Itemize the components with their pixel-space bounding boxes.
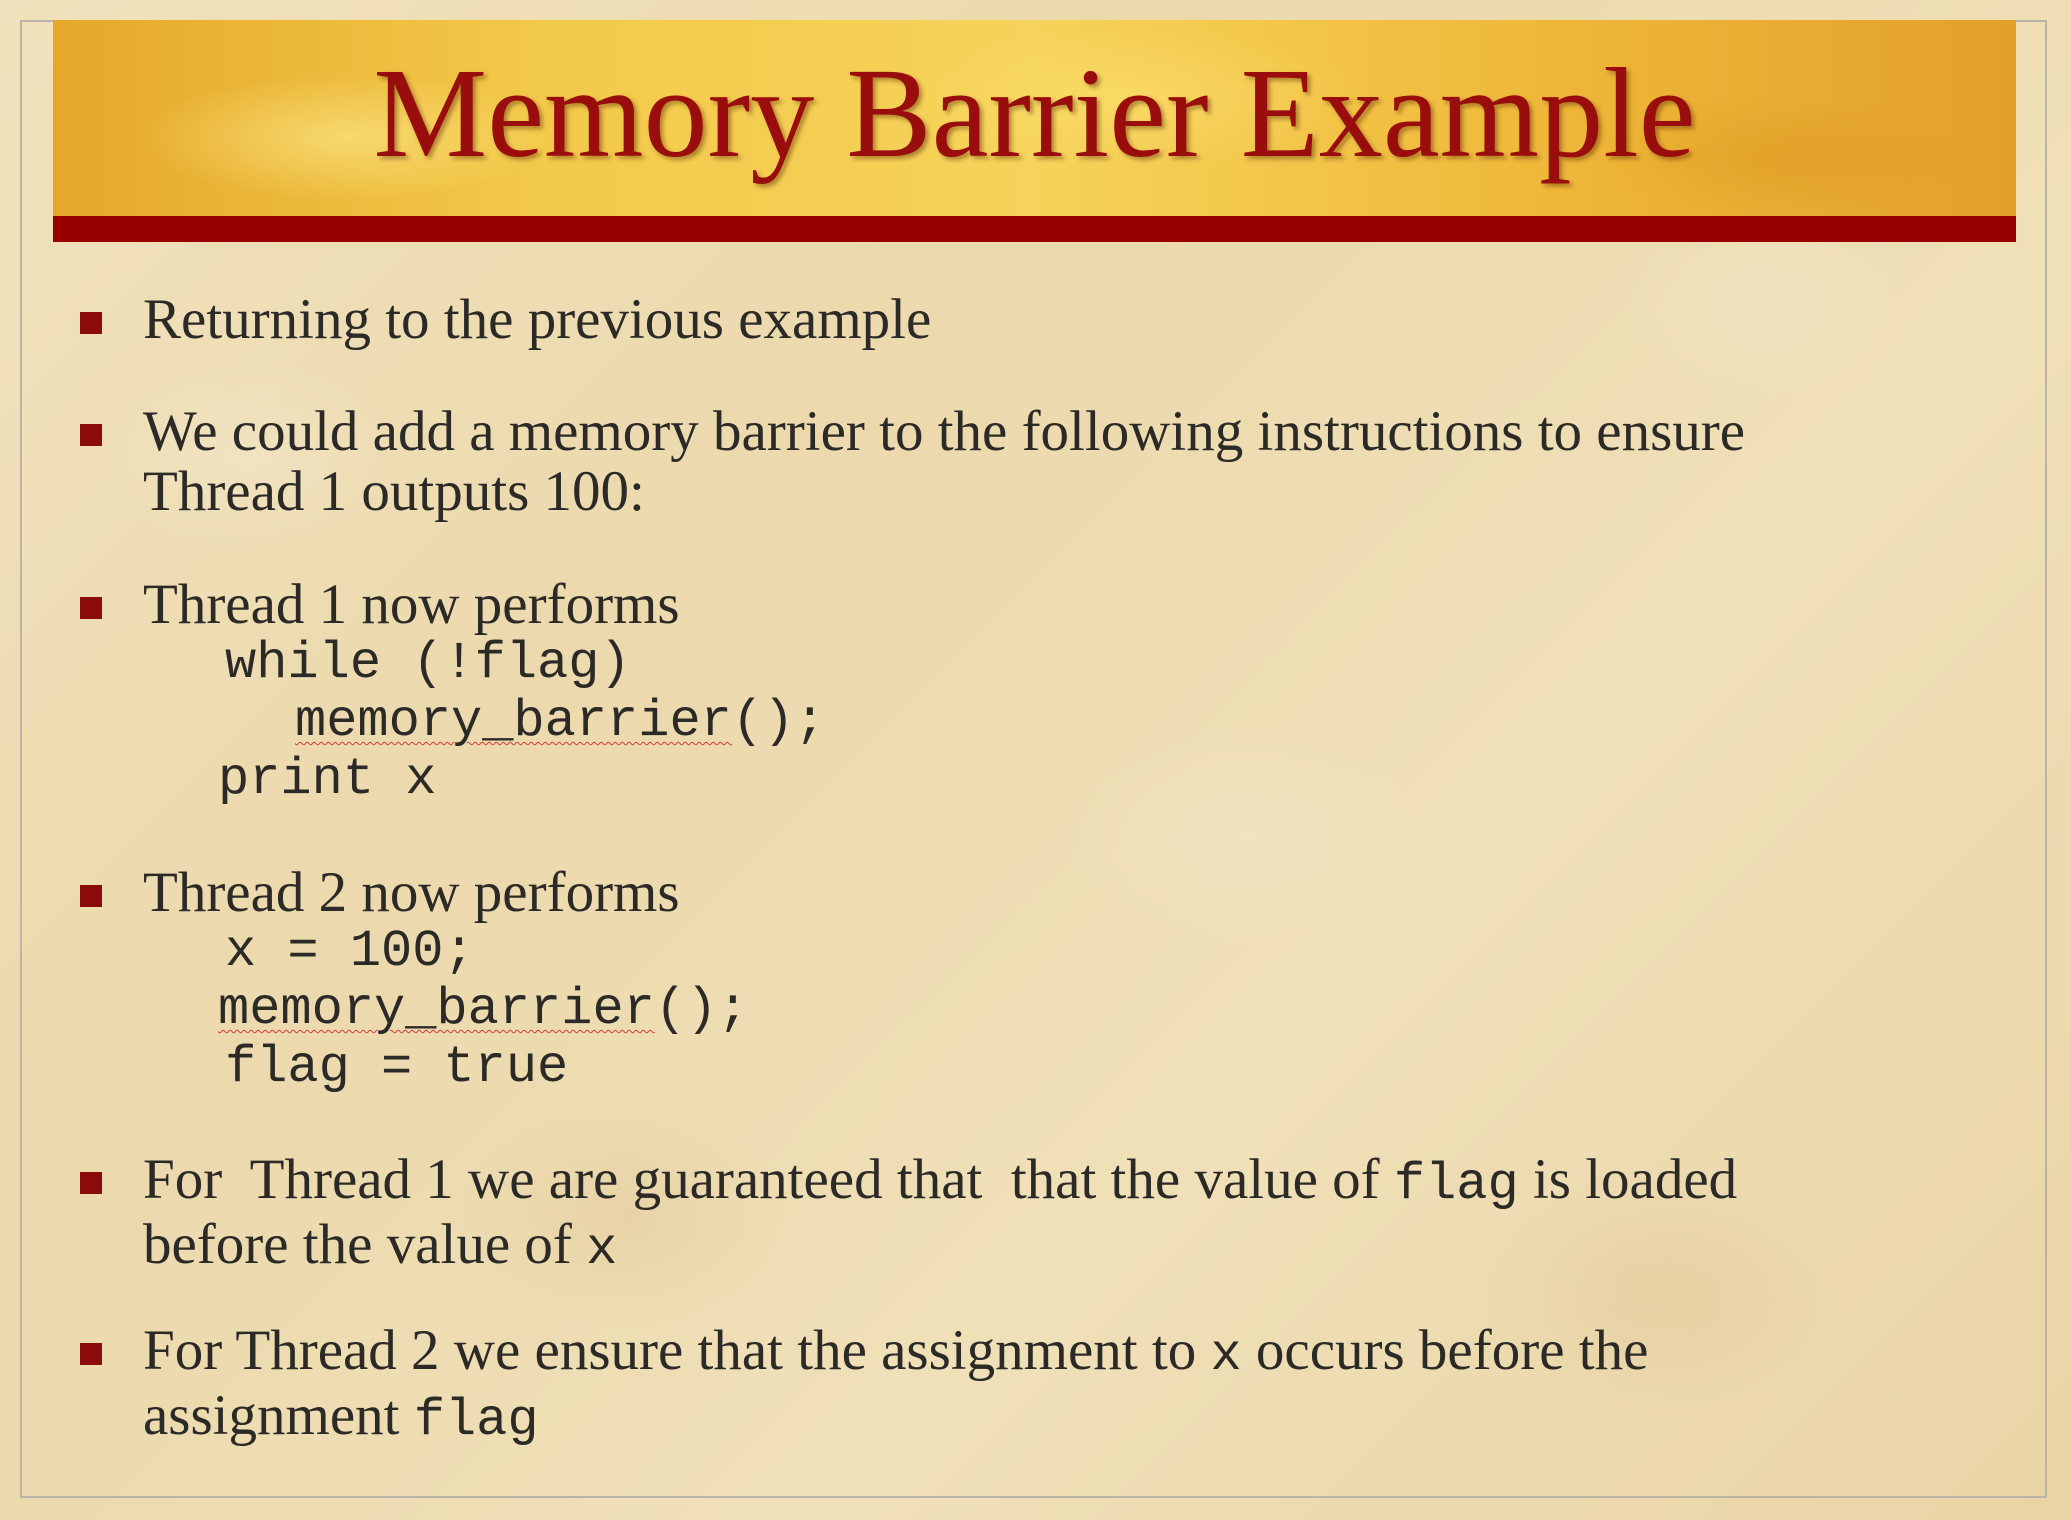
bullet-square-icon bbox=[80, 597, 102, 619]
bullet-square-icon bbox=[80, 885, 102, 907]
text-fragment: occurs before the bbox=[1241, 1319, 1649, 1382]
code-line: memory_barrier(); bbox=[295, 693, 826, 751]
code-line: memory_barrier(); bbox=[218, 981, 749, 1039]
bullet-square-icon bbox=[80, 1172, 102, 1194]
inline-code: x bbox=[1210, 1326, 1242, 1385]
bullet-square-icon bbox=[80, 312, 102, 334]
code-block-thread2: x = 100; memory_barrier(); flag = true bbox=[218, 922, 1123, 1103]
inline-code: flag bbox=[413, 1391, 539, 1450]
bullet-square-icon bbox=[80, 424, 102, 446]
text-fragment: is loaded bbox=[1518, 1148, 1738, 1211]
code-line: print x bbox=[218, 750, 437, 809]
spellcheck-underlined-word: memory_barrier bbox=[218, 980, 655, 1039]
bullet-text-line: For Thread 1 we are guaranteed that that… bbox=[143, 1150, 2023, 1215]
bullet-text-line: before the value of x bbox=[143, 1215, 2023, 1280]
spellcheck-underlined-word: memory_barrier bbox=[295, 692, 732, 751]
code-line: flag = true bbox=[225, 1038, 569, 1097]
code-fragment: (); bbox=[731, 692, 826, 751]
code-fragment: (); bbox=[654, 980, 749, 1039]
bullet-text-line: For Thread 2 we ensure that the assignme… bbox=[143, 1321, 2023, 1386]
bullet-text: Thread 1 now performs bbox=[143, 573, 680, 636]
text-fragment: For Thread 1 we are guaranteed that that… bbox=[143, 1148, 1394, 1211]
code-line: x = 100; bbox=[225, 922, 475, 981]
slide-body: Returning to the previous example We cou… bbox=[0, 0, 2071, 1520]
bullet-text: Returning to the previous example bbox=[143, 288, 932, 351]
text-fragment: before the value of bbox=[143, 1213, 587, 1276]
bullet-text: Thread 2 now performs bbox=[143, 861, 680, 924]
text-fragment: assignment bbox=[143, 1384, 414, 1447]
bullet-square-icon bbox=[80, 1343, 102, 1365]
bullet-text: For Thread 1 we are guaranteed that that… bbox=[143, 1150, 2023, 1280]
bullet-text: For Thread 2 we ensure that the assignme… bbox=[143, 1321, 2023, 1451]
bullet-text-line: Thread 1 outputs 100: bbox=[143, 460, 645, 523]
inline-code: x bbox=[586, 1220, 618, 1279]
bullet-text: We could add a memory barrier to the fol… bbox=[143, 402, 2023, 522]
inline-code: flag bbox=[1393, 1155, 1519, 1214]
bullet-text-line: assignment flag bbox=[143, 1386, 2023, 1451]
code-line: while (!flag) bbox=[225, 634, 631, 693]
bullet-text-line: We could add a memory barrier to the fol… bbox=[143, 400, 1746, 463]
code-block-thread1: while (!flag) memory_barrier(); print x bbox=[218, 634, 1123, 815]
text-fragment: For Thread 2 we ensure that the assignme… bbox=[143, 1319, 1211, 1382]
